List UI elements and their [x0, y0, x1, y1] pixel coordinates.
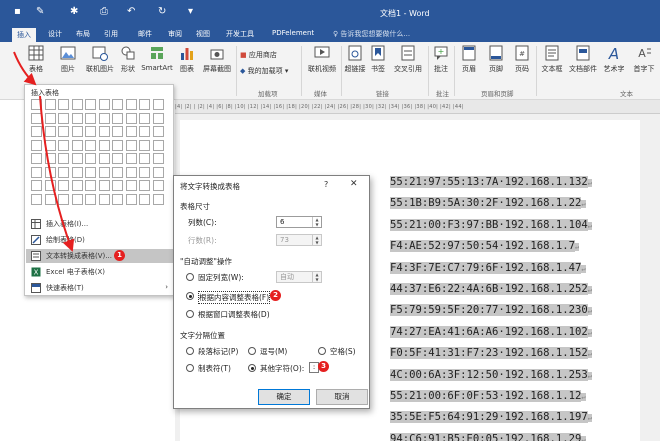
- annotation-arrows: [13, 51, 75, 252]
- step-badge-3: 3: [318, 361, 329, 372]
- arrow-to-convert-item: [39, 95, 75, 252]
- arrow-to-table-button: [13, 51, 37, 86]
- word-window: ▪ ✎ ✱ ⎙ ↶ ↻ ▾ 文档1 - Word 插入 设计 布局 引用 邮件 …: [0, 0, 660, 441]
- step-badge-2: 2: [270, 290, 281, 301]
- step-badge-1: 1: [114, 250, 125, 261]
